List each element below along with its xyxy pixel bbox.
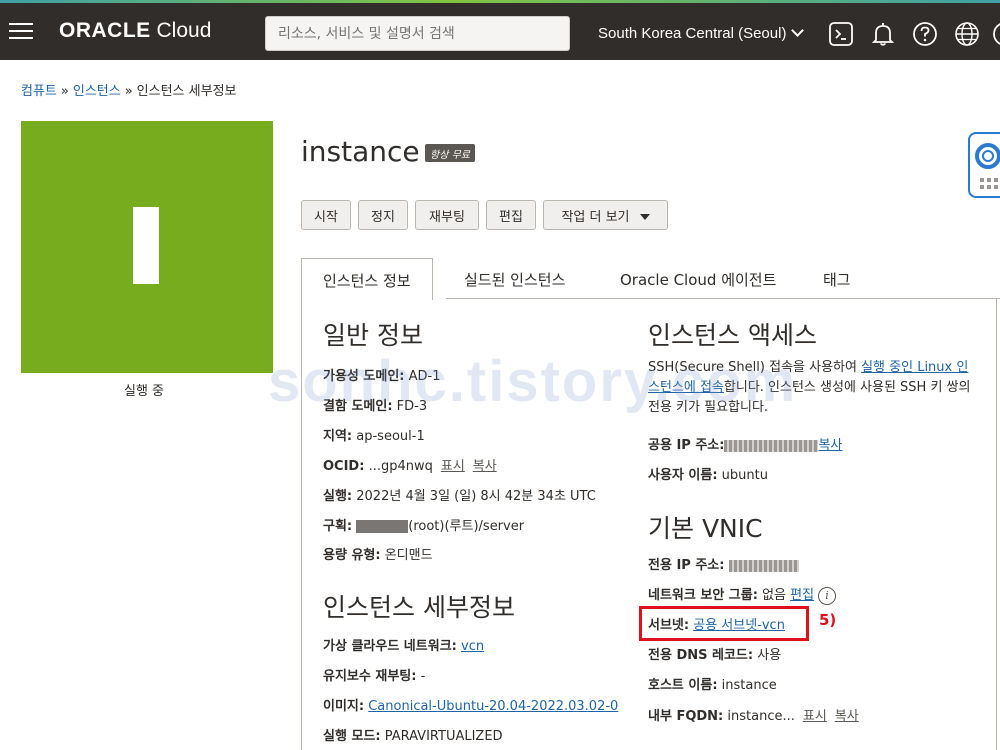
vcn-link[interactable]: vcn [461, 639, 484, 654]
cloud-shell-icon[interactable] [828, 21, 854, 47]
fqdn-copy-link[interactable]: 복사 [835, 709, 859, 724]
help-icon[interactable] [912, 21, 938, 47]
fqdn-row: 내부 FQDN: instance... 표시 복사 [648, 709, 859, 724]
image-row: 이미지: Canonical-Ubuntu-20.04-2022.03.02-0 [323, 699, 619, 714]
breadcrumb: 컴퓨트» 인스턴스» 인스턴스 세부정보 [21, 84, 237, 99]
instance-letter-icon [133, 207, 159, 284]
fault-domain-row: 결함 도메인: FD-3 [323, 399, 428, 414]
stop-button[interactable]: 정지 [358, 200, 408, 230]
dns-record-row: 전용 DNS 레코드: 사용 [648, 648, 782, 663]
more-actions-label: 작업 더 보기 [561, 209, 630, 225]
oracle-cloud-logo[interactable]: ORACLE Cloud [59, 19, 211, 43]
chevron-down-icon [791, 24, 805, 37]
image-link[interactable]: Canonical-Ubuntu-20.04-2022.03.02-0 [368, 699, 618, 714]
redacted-compartment [356, 520, 409, 533]
tab-bar: 인스턴스 정보 실드된 인스턴스 Oracle Cloud 에이전트 태그 [301, 258, 1000, 300]
profile-icon[interactable] [992, 21, 1000, 47]
general-info-heading: 일반 정보 [323, 321, 423, 350]
info-icon[interactable]: i [818, 586, 837, 605]
ocid-copy-link[interactable]: 복사 [473, 459, 497, 474]
menu-icon[interactable] [9, 23, 33, 41]
launch-mode-row: 실행 모드: PARAVIRTUALIZED [323, 729, 503, 744]
region-selector[interactable]: South Korea Central (Seoul) [598, 24, 805, 42]
breadcrumb-instances[interactable]: 인스턴스 [73, 84, 121, 99]
capacity-type-row: 용량 유형: 온디맨드 [323, 548, 433, 563]
tab-instance-info[interactable]: 인스턴스 정보 [301, 258, 433, 300]
help-widget[interactable] [968, 132, 1000, 198]
vcn-row: 가상 클라우드 네트워크: vcn [323, 639, 485, 654]
ocid-show-link[interactable]: 표시 [441, 459, 465, 474]
redacted-public-ip [724, 439, 819, 452]
page-title: instance [301, 135, 420, 168]
ssh-description: SSH(Secure Shell) 접속을 사용하여 실행 중인 Linux 인… [648, 360, 971, 415]
edit-button[interactable]: 편집 [486, 200, 536, 230]
search-input[interactable] [265, 16, 570, 51]
step-annotation: 5) [819, 611, 837, 629]
subnet-highlight-box [639, 606, 809, 641]
breadcrumb-compute[interactable]: 컴퓨트 [21, 84, 57, 99]
maintenance-reboot-row: 유지보수 재부팅: - [323, 669, 426, 684]
lifebuoy-icon [975, 143, 1000, 189]
tab-tags[interactable]: 태그 [823, 258, 851, 299]
globe-icon[interactable] [954, 21, 980, 47]
ocid-row: OCID: ...gp4nwq 표시 복사 [323, 459, 497, 474]
tab-cloud-agent[interactable]: Oracle Cloud 에이전트 [620, 258, 776, 299]
instance-status: 실행 중 [124, 384, 165, 399]
username-row: 사용자 이름: ubuntu [648, 468, 768, 483]
hostname-row: 호스트 이름: instance [648, 678, 777, 693]
region-label: South Korea Central (Seoul) [598, 25, 787, 42]
redacted-private-ip [728, 559, 799, 572]
availability-domain-row: 가용성 도메인: AD-1 [323, 369, 441, 384]
always-free-badge: 항상 무료 [425, 144, 475, 162]
nsg-edit-link[interactable]: 편집 [790, 588, 814, 603]
public-ip-copy-link[interactable]: 복사 [818, 438, 842, 453]
nsg-row: 네트워크 보안 그룹: 없음 편집 i [648, 584, 837, 605]
compartment-row: 구획: (root)(루트)/server [323, 519, 525, 534]
reboot-button[interactable]: 재부팅 [415, 200, 479, 230]
tab-shielded-instance[interactable]: 실드된 인스턴스 [464, 258, 565, 299]
instance-details-heading: 인스턴스 세부정보 [323, 593, 515, 622]
caret-down-icon [639, 213, 650, 220]
start-button[interactable]: 시작 [301, 200, 351, 230]
public-ip-row: 공용 IP 주소: 복사 [648, 438, 843, 453]
fqdn-show-link[interactable]: 표시 [803, 709, 827, 724]
region-row: 지역: ap-seoul-1 [323, 429, 425, 444]
bell-icon[interactable] [870, 21, 896, 47]
more-actions-button[interactable]: 작업 더 보기 [543, 200, 668, 230]
primary-vnic-heading: 기본 VNIC [648, 514, 763, 543]
top-navigation-bar: ORACLE Cloud South Korea Central (Seoul) [0, 3, 1000, 60]
instance-access-heading: 인스턴스 액세스 [648, 321, 817, 350]
private-ip-row: 전용 IP 주소: [648, 554, 799, 573]
launched-row: 실행: 2022년 4월 3일 (일) 8시 42분 34초 UTC [323, 489, 596, 504]
breadcrumb-current: 인스턴스 세부정보 [136, 84, 237, 99]
